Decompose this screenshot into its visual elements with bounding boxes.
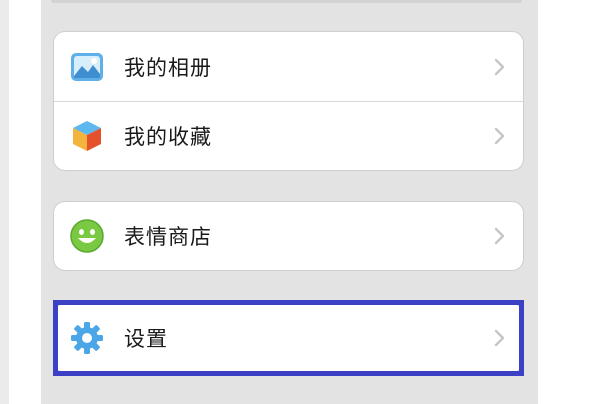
photo-album-icon — [71, 52, 103, 81]
me-page: 我的相册 我的收藏 表情商店 设置 — [41, 0, 538, 404]
menu-item-sticker-store[interactable]: 表情商店 — [54, 202, 523, 270]
menu-item-label: 我的收藏 — [124, 125, 212, 149]
chevron-right-icon — [494, 127, 505, 145]
chevron-right-icon — [494, 227, 505, 245]
screen: 我的相册 我的收藏 表情商店 设置 — [0, 0, 603, 404]
left-margin — [0, 0, 9, 404]
chevron-right-icon — [494, 329, 505, 347]
menu-item-label: 我的相册 — [124, 55, 212, 80]
favorites-cube-icon — [73, 121, 101, 151]
menu-group-sticker: 表情商店 — [53, 201, 524, 271]
menu-group-media: 我的相册 我的收藏 — [53, 31, 524, 171]
smiley-icon — [70, 219, 104, 253]
chevron-right-icon — [494, 58, 505, 75]
menu-group-settings: 设置 — [53, 303, 524, 373]
gear-icon — [71, 322, 103, 354]
menu-item-my-album[interactable]: 我的相册 — [54, 32, 523, 101]
previous-group-edge — [51, 0, 522, 3]
menu-item-label: 设置 — [124, 327, 168, 351]
menu-item-label: 表情商店 — [124, 225, 212, 249]
menu-item-my-favorites[interactable]: 我的收藏 — [54, 101, 523, 170]
menu-item-settings[interactable]: 设置 — [54, 304, 523, 372]
